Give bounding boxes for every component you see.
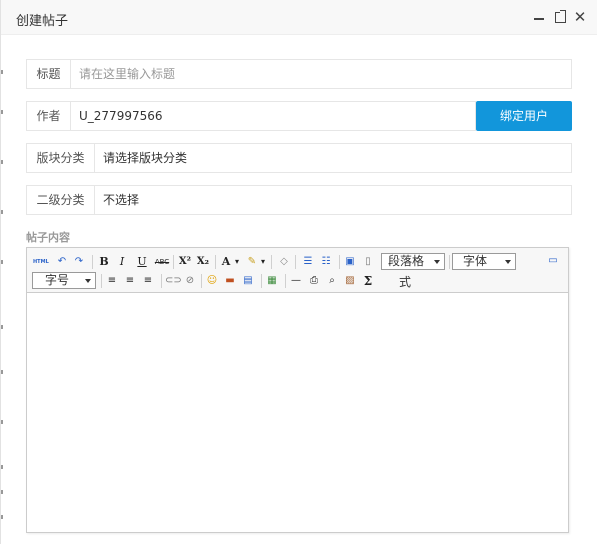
formula-icon[interactable]: Σ xyxy=(361,274,375,288)
dialog-titlebar: 创建帖子 ✕ xyxy=(1,0,597,35)
superscript-icon[interactable]: X² xyxy=(177,255,193,269)
author-row: 作者 U_277997566 xyxy=(26,101,476,131)
italic-icon[interactable]: I xyxy=(115,255,129,269)
eraser-icon[interactable]: ◇ xyxy=(277,255,291,269)
chevron-down-icon xyxy=(505,260,511,264)
subscript-icon[interactable]: X₂ xyxy=(195,255,211,269)
font-size-dropdown[interactable]: 字号 xyxy=(32,272,96,289)
html-source-icon[interactable]: HTML xyxy=(33,255,49,269)
content-section-label: 帖子内容 xyxy=(26,231,70,244)
author-value[interactable]: U_277997566 xyxy=(79,102,459,130)
create-post-dialog: 创建帖子 ✕ 标题 作者 U_277997566 绑定用户 版块分类 请选择版块… xyxy=(0,0,597,544)
toolbar-divider xyxy=(161,274,162,288)
title-row: 标题 xyxy=(26,59,572,89)
print-icon[interactable]: ⎙ xyxy=(307,274,321,288)
strikethrough-icon[interactable]: ABC xyxy=(154,255,170,269)
font-color-dropdown-icon[interactable]: ▾ xyxy=(233,255,241,269)
horizontal-rule-icon[interactable]: — xyxy=(289,274,303,288)
redo-icon[interactable]: ↷ xyxy=(72,255,86,269)
unlink-icon[interactable]: ⊘ xyxy=(183,274,197,288)
video-icon[interactable]: ▤ xyxy=(241,274,255,288)
toolbar-divider xyxy=(295,255,296,269)
undo-icon[interactable]: ↶ xyxy=(55,255,69,269)
toolbar-divider xyxy=(285,274,286,288)
toolbar-divider xyxy=(173,255,174,269)
editor-content-area[interactable] xyxy=(27,293,568,532)
anchor-icon[interactable]: ▣ xyxy=(343,255,357,269)
font-color-icon[interactable]: A xyxy=(219,255,233,269)
page-icon[interactable]: ▯ xyxy=(361,255,375,269)
sub-category-select[interactable]: 不选择 xyxy=(103,186,553,214)
rich-text-editor: HTML ↶ ↷ B I U ABC X² X₂ A ▾ ✎ ▾ ◇ ☰ ☷ ▣… xyxy=(26,247,569,533)
paragraph-format-value: 段落格 xyxy=(388,254,425,268)
maximize-icon[interactable] xyxy=(552,9,568,25)
bind-user-button[interactable]: 绑定用户 xyxy=(476,101,572,131)
fullscreen-icon[interactable]: ▭ xyxy=(546,254,560,268)
toolbar-divider xyxy=(215,255,216,269)
font-size-value: 字号 xyxy=(45,273,70,287)
toolbar-divider xyxy=(92,255,93,269)
paragraph-format-wrap-text: 式 xyxy=(399,275,412,289)
link-icon[interactable]: ⊂⊃ xyxy=(165,274,182,288)
board-category-label: 版块分类 xyxy=(27,144,95,172)
title-input[interactable] xyxy=(79,60,559,88)
board-category-row: 版块分类 请选择版块分类 xyxy=(26,143,572,173)
emoji-icon[interactable]: ☺ xyxy=(205,274,219,288)
toolbar-divider xyxy=(339,255,340,269)
align-left-icon[interactable]: ≡ xyxy=(105,274,119,288)
left-edge-marks xyxy=(1,35,4,544)
highlight-color-icon[interactable]: ✎ xyxy=(245,255,259,269)
insert-picture-icon[interactable]: ▦ xyxy=(265,274,279,288)
chevron-down-icon xyxy=(434,260,440,264)
toolbar-divider xyxy=(449,255,450,269)
preview-icon[interactable]: ⌕ xyxy=(325,274,339,288)
toolbar-divider xyxy=(271,255,272,269)
toolbar-divider xyxy=(101,274,102,288)
toolbar-divider xyxy=(201,274,202,288)
paste-icon[interactable]: ▨ xyxy=(343,274,357,288)
align-right-icon[interactable]: ≡ xyxy=(141,274,155,288)
title-label: 标题 xyxy=(27,60,71,88)
sub-category-label: 二级分类 xyxy=(27,186,95,214)
dialog-title: 创建帖子 xyxy=(16,14,69,29)
toolbar-divider xyxy=(261,274,262,288)
close-icon[interactable]: ✕ xyxy=(572,9,588,25)
align-center-icon[interactable]: ≡ xyxy=(123,274,137,288)
font-family-value: 字体 xyxy=(463,254,488,268)
sub-category-row: 二级分类 不选择 xyxy=(26,185,572,215)
paragraph-format-dropdown[interactable]: 段落格 xyxy=(381,253,445,270)
minimize-icon[interactable] xyxy=(532,9,548,25)
editor-toolbar: HTML ↶ ↷ B I U ABC X² X₂ A ▾ ✎ ▾ ◇ ☰ ☷ ▣… xyxy=(27,248,568,293)
bold-icon[interactable]: B xyxy=(97,255,111,269)
font-family-dropdown[interactable]: 字体 xyxy=(452,253,516,270)
underline-icon[interactable]: U xyxy=(135,255,149,269)
highlight-dropdown-icon[interactable]: ▾ xyxy=(259,255,267,269)
author-label: 作者 xyxy=(27,102,71,130)
image-icon[interactable]: ▬ xyxy=(223,274,237,288)
unordered-list-icon[interactable]: ☷ xyxy=(319,255,333,269)
ordered-list-icon[interactable]: ☰ xyxy=(301,255,315,269)
chevron-down-icon xyxy=(85,279,91,283)
board-category-select[interactable]: 请选择版块分类 xyxy=(103,144,553,172)
